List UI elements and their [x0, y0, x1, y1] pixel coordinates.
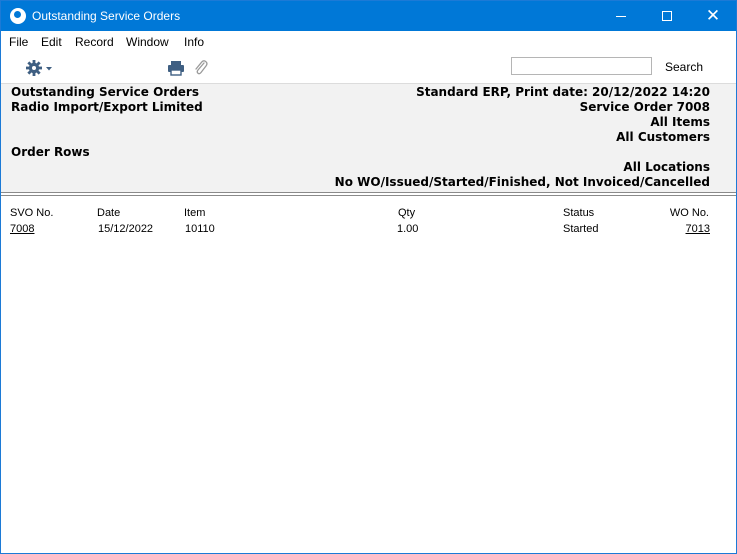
minimize-icon: [616, 16, 626, 17]
col-date: Date: [97, 207, 121, 219]
wo-no-link[interactable]: 7013: [686, 223, 710, 235]
search-input[interactable]: [511, 57, 652, 75]
close-button[interactable]: ✕: [690, 1, 736, 31]
menu-window[interactable]: Window: [126, 35, 169, 49]
report-section: Order Rows: [11, 145, 90, 159]
menu-bar: File Edit Record Window Info: [1, 31, 736, 52]
operations-menu-button[interactable]: [25, 58, 53, 78]
selection-service-order: Service Order 7008: [579, 100, 710, 114]
company-name: Radio Import/Export Limited: [11, 100, 203, 114]
maximize-icon: [662, 11, 672, 21]
row-qty: 1.00: [397, 223, 419, 235]
header-divider-2: [1, 195, 736, 196]
selection-customers: All Customers: [616, 130, 710, 144]
col-item: Item: [184, 207, 206, 219]
menu-record[interactable]: Record: [75, 35, 114, 49]
menu-edit[interactable]: Edit: [41, 35, 62, 49]
col-qty: Qty: [398, 207, 416, 219]
search-button[interactable]: Search: [665, 60, 703, 74]
report-header: Outstanding Service Orders Radio Import/…: [1, 84, 736, 192]
row-status: Started: [563, 223, 599, 235]
print-info: Standard ERP, Print date: 20/12/2022 14:…: [416, 85, 710, 99]
title-bar[interactable]: Outstanding Service Orders ✕: [1, 1, 736, 31]
minimize-button[interactable]: [598, 1, 644, 31]
attach-button[interactable]: [193, 59, 209, 77]
toolbar: Search: [1, 52, 736, 84]
app-logo-icon: [10, 8, 26, 24]
window-title: Outstanding Service Orders: [32, 9, 181, 23]
paperclip-icon: [195, 60, 208, 75]
printer-icon: [168, 61, 184, 76]
menu-info[interactable]: Info: [184, 35, 204, 49]
maximize-button[interactable]: [644, 1, 690, 31]
close-icon: ✕: [705, 6, 721, 26]
selection-locations: All Locations: [623, 160, 710, 174]
print-button[interactable]: [167, 60, 185, 76]
col-status: Status: [563, 207, 595, 219]
svo-no-link[interactable]: 7008: [10, 223, 34, 235]
report-window: Outstanding Service Orders ✕ File Edit R…: [0, 0, 737, 554]
selection-status-filter: No WO/Issued/Started/Finished, Not Invoi…: [334, 175, 710, 189]
menu-file[interactable]: File: [9, 35, 28, 49]
header-divider: [1, 192, 736, 193]
chevron-down-icon: [46, 67, 52, 71]
report-title: Outstanding Service Orders: [11, 85, 199, 99]
row-item: 10110: [185, 223, 215, 235]
selection-items: All Items: [650, 115, 710, 129]
gear-icon: [26, 60, 52, 76]
col-svo-no: SVO No.: [10, 207, 54, 219]
row-date: 15/12/2022: [98, 223, 154, 235]
col-wo-no: WO No.: [669, 207, 709, 219]
